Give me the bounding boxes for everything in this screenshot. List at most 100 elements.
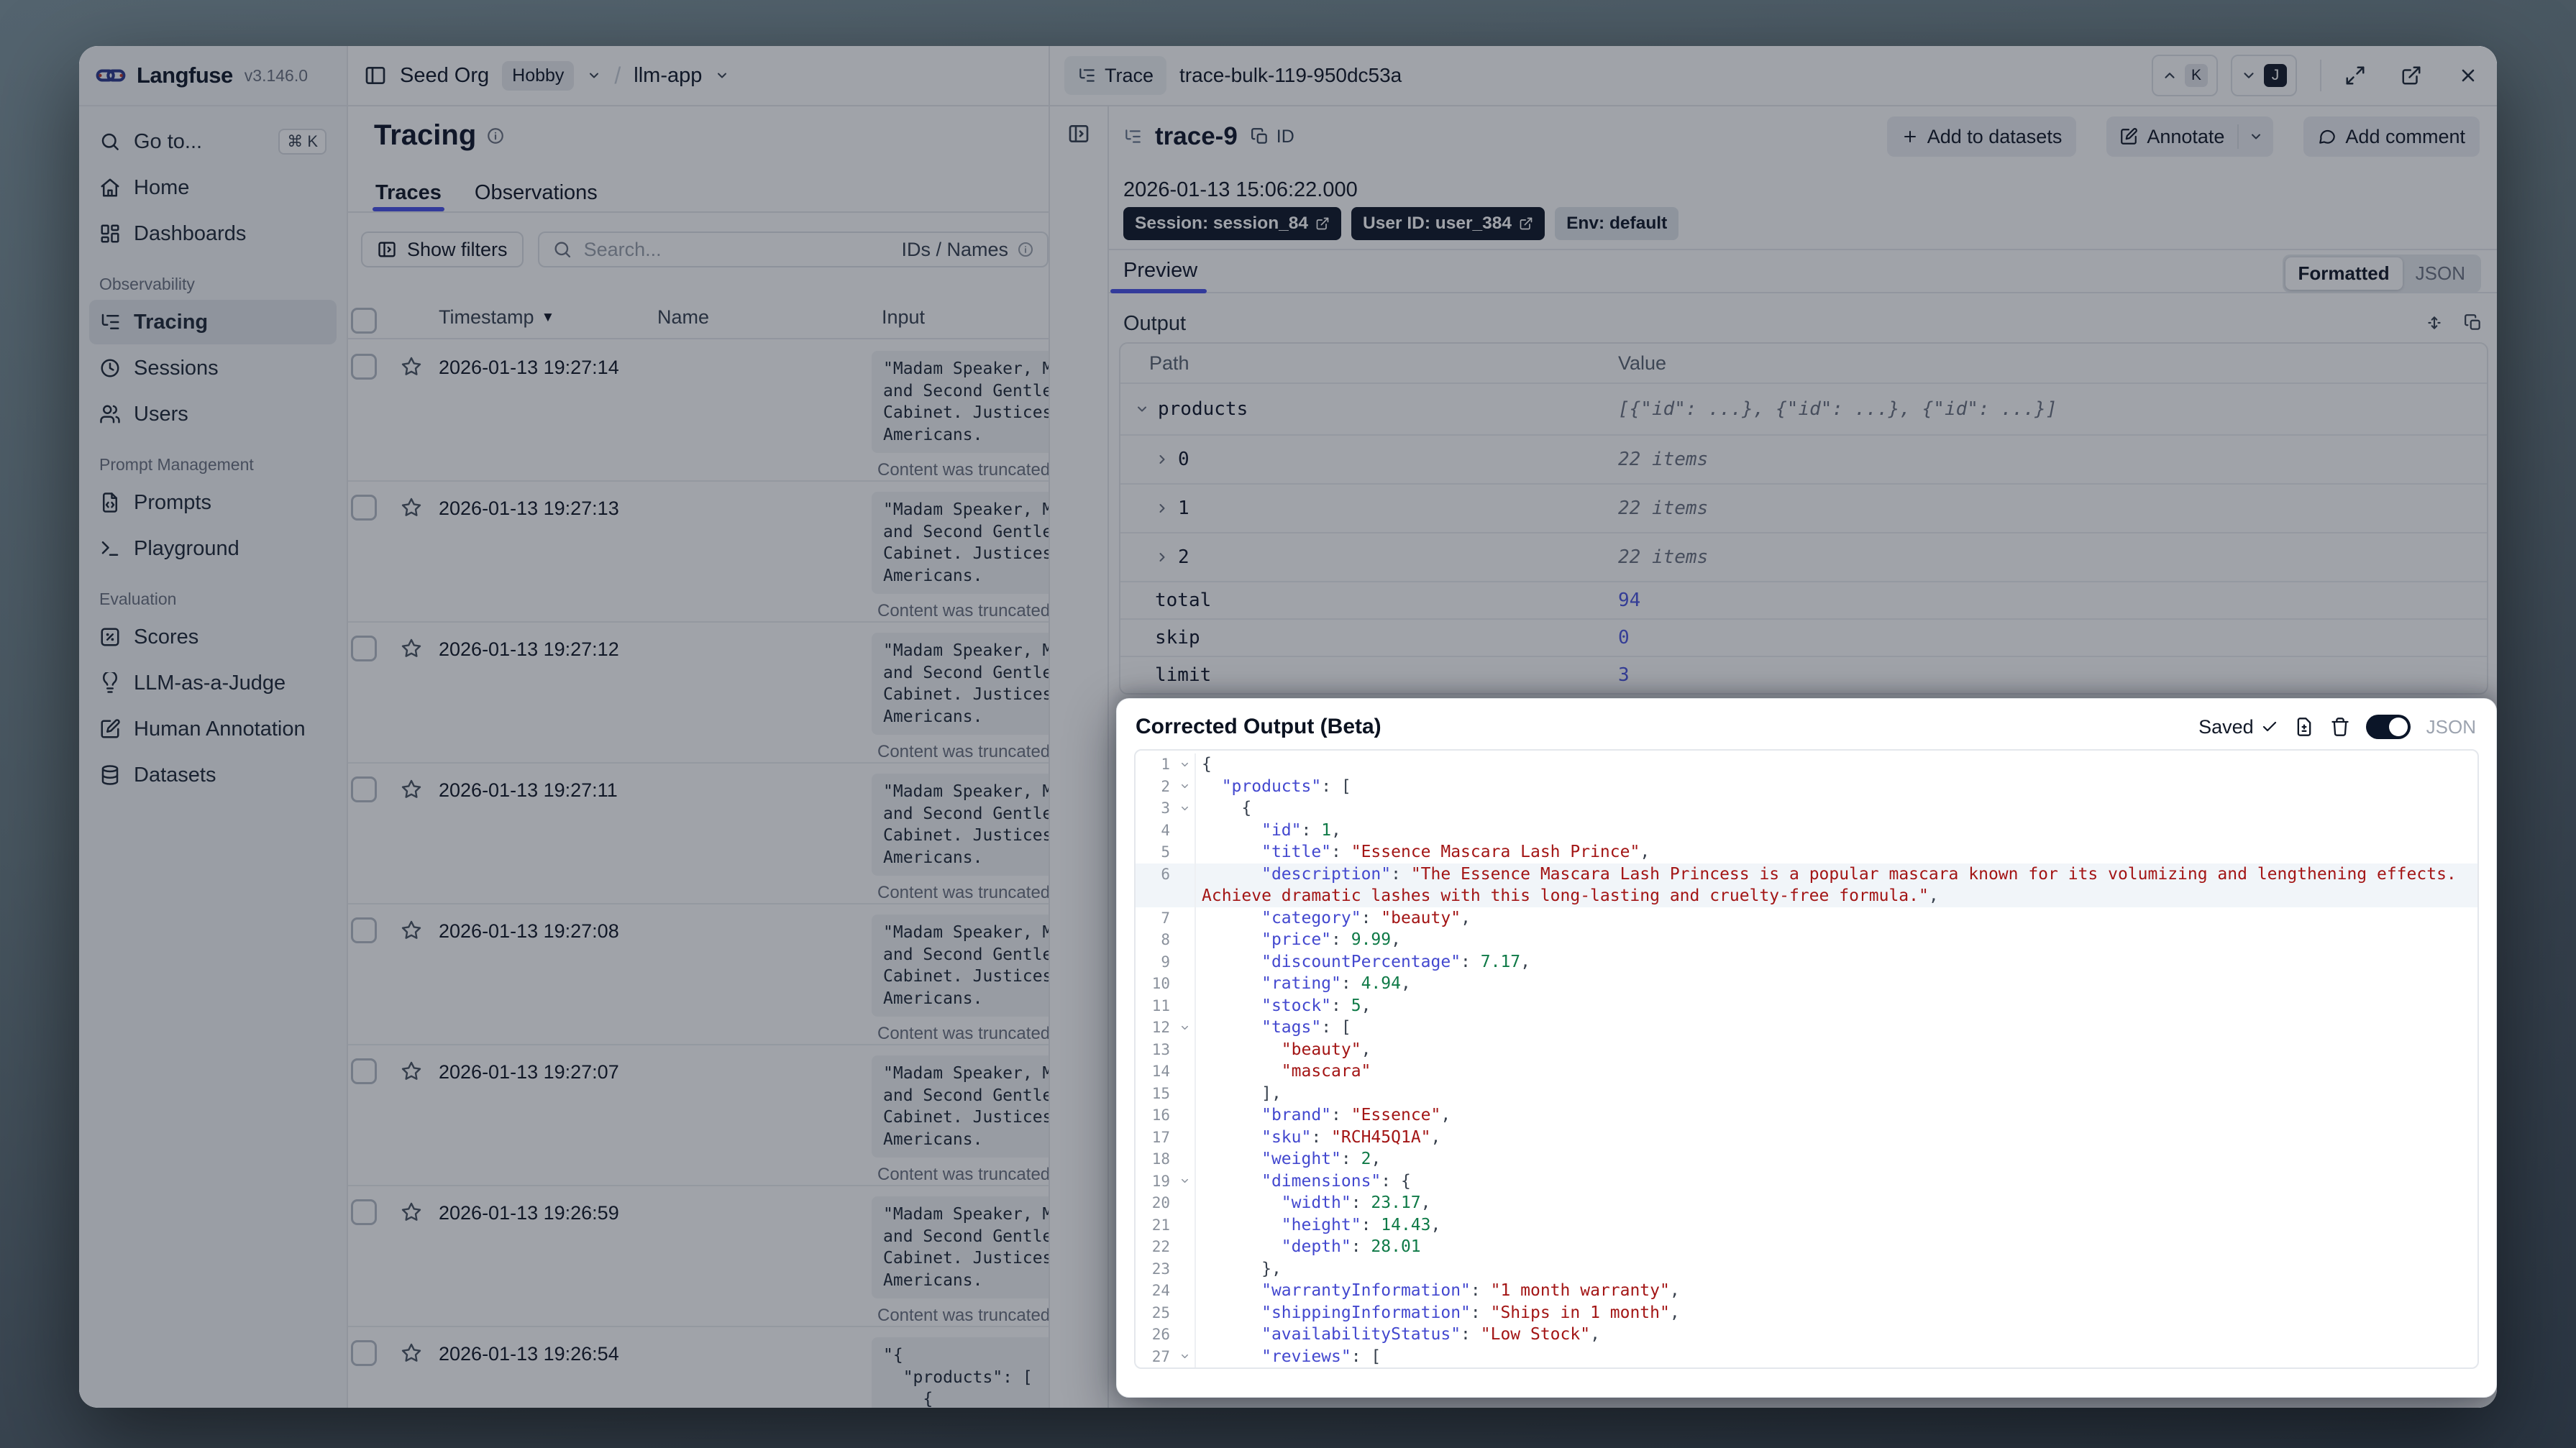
fold-gutter[interactable] (1174, 775, 1196, 797)
line-number: 25 (1151, 1303, 1170, 1321)
code-line[interactable]: 13 "beauty", (1136, 1038, 2477, 1060)
code-line[interactable]: 2 "products": [ (1136, 775, 2477, 797)
line-number: 17 (1151, 1128, 1170, 1146)
code-text: "width": 23.17, (1281, 1193, 1431, 1212)
fold-gutter[interactable] (1174, 1170, 1196, 1192)
line-number: 7 (1161, 909, 1170, 927)
code-line[interactable]: 25 "shippingInformation": "Ships in 1 mo… (1136, 1301, 2477, 1324)
line-number: 3 (1161, 799, 1170, 817)
code-line[interactable]: 18 "weight": 2, (1136, 1148, 2477, 1170)
code-text: "title": "Essence Mascara Lash Prince", (1261, 843, 1650, 861)
code-text: "beauty", (1281, 1040, 1371, 1059)
code-line[interactable]: 11 "stock": 5, (1136, 994, 2477, 1017)
line-number: 18 (1151, 1150, 1170, 1168)
code-line[interactable]: 17 "sku": "RCH45Q1A", (1136, 1126, 2477, 1148)
code-line[interactable]: 16 "brand": "Essence", (1136, 1104, 2477, 1127)
code-text: "height": 14.43, (1281, 1215, 1441, 1234)
json-toggle[interactable] (2365, 715, 2411, 739)
saved-status: Saved (2198, 716, 2278, 738)
fold-chevron-icon[interactable] (1179, 781, 1190, 792)
fold-gutter (1174, 1148, 1196, 1170)
code-text: "warrantyInformation": "1 month warranty… (1261, 1281, 1680, 1300)
fold-gutter[interactable] (1174, 797, 1196, 820)
json-code-editor[interactable]: 1{2 "products": [3 {4 "id": 1, 5 "title":… (1134, 749, 2479, 1369)
fold-gutter (1174, 1126, 1196, 1148)
code-text: "price": 9.99, (1261, 930, 1401, 949)
code-line[interactable]: 7 "category": "beauty", (1136, 907, 2477, 929)
code-line[interactable]: 20 "width": 23.17, (1136, 1192, 2477, 1214)
code-text: "reviews": [ (1261, 1347, 1381, 1366)
fold-gutter (1174, 994, 1196, 1017)
code-line[interactable]: 3 { (1136, 797, 2477, 820)
corrected-output-title: Corrected Output (Beta) (1136, 715, 1381, 738)
fold-gutter (1174, 841, 1196, 863)
fold-chevron-icon[interactable] (1179, 759, 1190, 770)
code-line[interactable]: 27 "reviews": [ (1136, 1345, 2477, 1367)
fold-gutter[interactable] (1174, 1367, 1196, 1369)
diff-file-icon[interactable] (2294, 717, 2314, 737)
fold-gutter (1174, 1324, 1196, 1346)
line-number: 19 (1151, 1172, 1170, 1190)
corrected-output-panel: Corrected Output (Beta) Saved JSON 1{2 "… (1116, 698, 2497, 1398)
code-text: "discountPercentage": 7.17, (1261, 952, 1530, 971)
fold-gutter[interactable] (1174, 1345, 1196, 1367)
code-line[interactable]: 1{ (1136, 753, 2477, 776)
line-number: 20 (1151, 1194, 1170, 1211)
code-text: "sku": "RCH45Q1A", (1261, 1127, 1441, 1147)
line-number: 5 (1161, 843, 1170, 861)
code-line[interactable]: 6 "description": "The Essence Mascara La… (1136, 863, 2477, 885)
code-text: { (1241, 799, 1252, 817)
code-text: }, (1261, 1259, 1282, 1278)
fold-chevron-icon[interactable] (1179, 1351, 1190, 1362)
code-line[interactable]: 12 "tags": [ (1136, 1017, 2477, 1039)
code-line[interactable]: 19 "dimensions": { (1136, 1170, 2477, 1192)
line-number: 1 (1161, 756, 1170, 773)
line-number: 9 (1161, 953, 1170, 971)
fold-gutter (1174, 1280, 1196, 1302)
code-line[interactable]: 28 { (1136, 1367, 2477, 1369)
code-line[interactable]: 26 "availabilityStatus": "Low Stock", (1136, 1324, 2477, 1346)
code-line[interactable]: Achieve dramatic lashes with this long-l… (1136, 885, 2477, 907)
code-line[interactable]: 5 "title": "Essence Mascara Lash Prince"… (1136, 841, 2477, 863)
code-text: Achieve dramatic lashes with this long-l… (1202, 886, 1939, 905)
code-line[interactable]: 4 "id": 1, (1136, 819, 2477, 841)
line-number (1136, 885, 1174, 907)
code-line[interactable]: 21 "height": 14.43, (1136, 1214, 2477, 1236)
fold-chevron-icon[interactable] (1179, 803, 1190, 814)
code-line[interactable]: 23 }, (1136, 1257, 2477, 1280)
code-text: "rating": 4.94, (1261, 974, 1411, 993)
fold-gutter[interactable] (1174, 753, 1196, 776)
fold-gutter[interactable] (1174, 1017, 1196, 1039)
code-line[interactable]: 24 "warrantyInformation": "1 month warra… (1136, 1280, 2477, 1302)
fold-gutter (1174, 819, 1196, 841)
line-number: 2 (1161, 777, 1170, 795)
line-number: 12 (1151, 1019, 1170, 1036)
code-line[interactable]: 15 ], (1136, 1082, 2477, 1104)
code-line[interactable]: 10 "rating": 4.94, (1136, 973, 2477, 995)
code-text: ], (1261, 1083, 1282, 1103)
code-line[interactable]: 8 "price": 9.99, (1136, 929, 2477, 951)
line-number: 27 (1151, 1347, 1170, 1365)
fold-gutter (1174, 907, 1196, 929)
code-text: "category": "beauty", (1261, 908, 1471, 927)
fold-chevron-icon[interactable] (1179, 1022, 1190, 1033)
code-line[interactable]: 9 "discountPercentage": 7.17, (1136, 950, 2477, 973)
fold-gutter (1174, 885, 1196, 907)
line-number: 13 (1151, 1040, 1170, 1058)
code-line[interactable]: 14 "mascara" (1136, 1060, 2477, 1083)
code-text: { (1202, 755, 1212, 774)
code-text: "stock": 5, (1261, 996, 1371, 1015)
json-toggle-label: JSON (2426, 715, 2476, 738)
fold-gutter (1174, 1038, 1196, 1060)
delete-icon[interactable] (2330, 717, 2350, 737)
code-text: "id": 1, (1261, 820, 1341, 840)
fold-chevron-icon[interactable] (1179, 1176, 1190, 1186)
code-line[interactable]: 22 "depth": 28.01 (1136, 1236, 2477, 1258)
code-text: "shippingInformation": "Ships in 1 month… (1261, 1303, 1680, 1322)
fold-gutter (1174, 1060, 1196, 1083)
line-number: 8 (1161, 931, 1170, 948)
fold-gutter (1174, 929, 1196, 951)
code-text: "products": [ (1221, 776, 1351, 796)
fold-gutter (1174, 1301, 1196, 1324)
desktop-background: Langfuse v3.146.0 Go to... ⌘ K Home Dashboa… (0, 0, 2576, 1448)
